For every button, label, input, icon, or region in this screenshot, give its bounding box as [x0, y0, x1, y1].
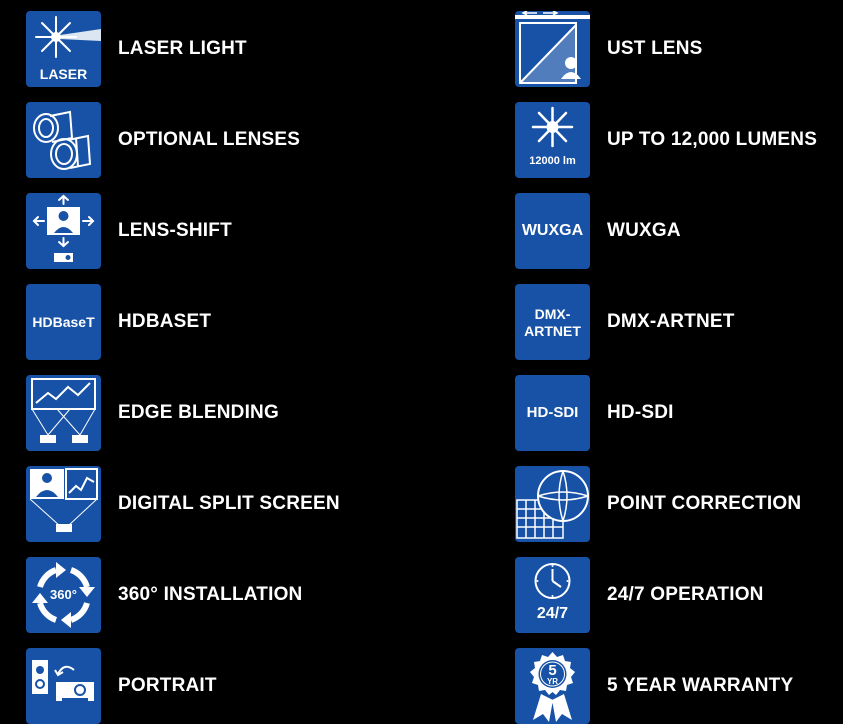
feature-label: DMX-ARTNET: [607, 311, 735, 332]
laser-icon-text: LASER: [39, 66, 88, 82]
feature-label: UP TO 12,000 LUMENS: [607, 129, 818, 150]
feature-digital-split-screen: DIGITAL SPLIT SCREEN: [26, 466, 340, 542]
feature-label: DIGITAL SPLIT SCREEN: [118, 493, 340, 514]
point-correction-icon: [515, 466, 590, 542]
warranty-badge-unit: YR: [546, 677, 559, 686]
clock-24-7-icon-text: 24/7: [536, 605, 569, 622]
feature-wuxga: WUXGA WUXGA: [515, 193, 681, 269]
rotation-360-icon: 360°: [26, 557, 101, 633]
feature-label: LASER LIGHT: [118, 38, 247, 59]
feature-edge-blending: EDGE BLENDING: [26, 375, 279, 451]
wuxga-icon: WUXGA: [515, 193, 590, 269]
feature-label: PORTRAIT: [118, 675, 217, 696]
hd-sdi-icon-text: HD-SDI: [526, 404, 579, 421]
dmx-artnet-icon-text-line2: ARTNET: [524, 323, 581, 339]
feature-optional-lenses: OPTIONAL LENSES: [26, 102, 300, 178]
feature-label: POINT CORRECTION: [607, 493, 802, 514]
lumens-icon: 12000 lm: [515, 102, 590, 178]
wuxga-icon-text: WUXGA: [521, 222, 584, 239]
warranty-badge-icon: 5 YR: [515, 648, 590, 724]
feature-lens-shift: LENS-SHIFT: [26, 193, 232, 269]
feature-dmx-artnet: DMX- ARTNET DMX-ARTNET: [515, 284, 735, 360]
hdbaset-icon-text: HDBaseT: [32, 314, 95, 330]
feature-laser-light: LASER LASER LIGHT: [26, 11, 247, 87]
feature-24-7-operation: 24/7 24/7 OPERATION: [515, 557, 764, 633]
portrait-icon: [26, 648, 101, 724]
clock-24-7-icon: 24/7: [515, 557, 590, 633]
warranty-badge-number: 5: [548, 662, 557, 679]
feature-label: HDBASET: [118, 311, 212, 332]
feature-5-year-warranty: 5 YR 5 YEAR WARRANTY: [515, 648, 793, 724]
feature-portrait: PORTRAIT: [26, 648, 217, 724]
hdbaset-icon: HDBaseT: [26, 284, 101, 360]
dmx-artnet-icon-text-line1: DMX-: [534, 306, 571, 322]
feature-ust-lens: UST LENS: [515, 11, 703, 87]
hd-sdi-icon: HD-SDI: [515, 375, 590, 451]
lenses-icon: [26, 102, 101, 178]
laser-icon: LASER: [26, 11, 101, 87]
split-screen-icon: [26, 466, 101, 542]
feature-360-installation: 360° 360° INSTALLATION: [26, 557, 302, 633]
feature-hd-sdi: HD-SDI HD-SDI: [515, 375, 674, 451]
feature-label: WUXGA: [607, 220, 681, 241]
dmx-artnet-icon: DMX- ARTNET: [515, 284, 590, 360]
ust-lens-icon: [515, 11, 590, 87]
feature-label: EDGE BLENDING: [118, 402, 279, 423]
rotation-360-icon-text: 360°: [50, 587, 77, 602]
feature-label: 24/7 OPERATION: [607, 584, 764, 605]
feature-label: HD-SDI: [607, 402, 674, 423]
feature-point-correction: POINT CORRECTION: [515, 466, 801, 542]
feature-lumens: 12000 lm UP TO 12,000 LUMENS: [515, 102, 817, 178]
feature-label: 5 YEAR WARRANTY: [607, 675, 794, 696]
feature-label: OPTIONAL LENSES: [118, 129, 301, 150]
feature-label: UST LENS: [607, 38, 703, 59]
feature-label: LENS-SHIFT: [118, 220, 232, 241]
lumens-icon-text: 12000 lm: [529, 155, 576, 167]
feature-hdbaset: HDBaseT HDBASET: [26, 284, 211, 360]
feature-label: 360° INSTALLATION: [118, 584, 303, 605]
edge-blending-icon: [26, 375, 101, 451]
lens-shift-icon: [26, 193, 101, 269]
